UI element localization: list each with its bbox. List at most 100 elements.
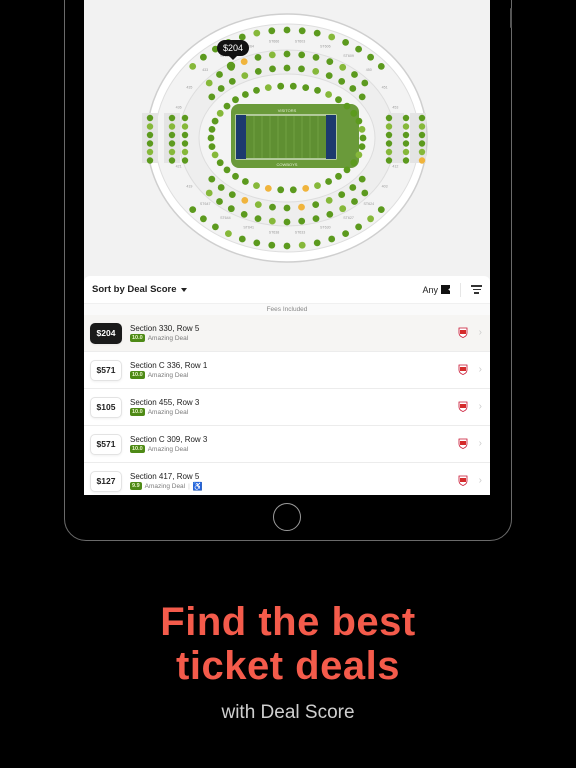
ticket-dot[interactable] [418, 140, 426, 147]
ticket-dot[interactable] [181, 123, 189, 130]
ticket-dot[interactable] [211, 117, 219, 125]
listing-row[interactable]: $571 Section C 336, Row 1 10.0 Amazing Deal… [84, 352, 490, 389]
ticket-dot[interactable] [351, 71, 358, 78]
ticket-dot[interactable] [181, 157, 189, 164]
ticket-dot[interactable] [355, 45, 362, 53]
ticket-dot[interactable] [313, 29, 321, 37]
ticket-dot[interactable] [269, 65, 276, 73]
ticket-dot[interactable] [325, 72, 333, 79]
ticket-dot[interactable] [289, 186, 297, 194]
ticket-dot[interactable] [367, 215, 374, 223]
ticket-dot[interactable] [314, 182, 321, 190]
ticket-dot[interactable] [146, 148, 154, 156]
ticket-dot[interactable] [268, 27, 276, 35]
ticket-dot[interactable] [298, 241, 306, 249]
listing-row[interactable]: $127 Section 417, Row 5 9.9 Amazing Deal | ♿ › [84, 463, 490, 495]
ticket-dot[interactable] [355, 223, 362, 231]
ticket-dot[interactable] [283, 242, 291, 250]
ticket-dot[interactable] [242, 91, 249, 98]
ticket-dot[interactable] [351, 198, 358, 205]
ticket-dot[interactable] [302, 185, 310, 192]
ticket-dot[interactable] [205, 79, 213, 87]
quantity-selector[interactable]: Any [422, 285, 450, 295]
ticket-dot[interactable] [298, 51, 306, 59]
ticket-dot[interactable] [385, 157, 393, 164]
ticket-dot[interactable] [216, 71, 223, 78]
ticket-dot[interactable] [253, 87, 260, 94]
ticket-dot[interactable] [228, 191, 236, 199]
ticket-dot[interactable] [146, 140, 154, 147]
ticket-dot[interactable] [253, 182, 260, 190]
ticket-dot[interactable] [223, 166, 231, 174]
ticket-dot[interactable] [385, 114, 393, 122]
ticket-dot[interactable] [298, 217, 306, 225]
home-button[interactable] [273, 503, 301, 531]
ticket-dot[interactable] [350, 109, 358, 117]
ticket-dot[interactable] [402, 140, 410, 147]
ticket-dot[interactable] [241, 72, 249, 79]
ticket-dot[interactable] [418, 114, 426, 122]
ticket-dot[interactable] [283, 204, 291, 212]
listing-row[interactable]: $204 Section 330, Row 5 10.0 Amazing Deal › [84, 315, 490, 352]
filter-icon[interactable] [471, 285, 482, 294]
ticket-dot[interactable] [289, 82, 297, 90]
ticket-dot[interactable] [242, 178, 249, 185]
ticket-dot[interactable] [314, 87, 321, 94]
ticket-dot[interactable] [335, 172, 342, 180]
ticket-dot[interactable] [358, 93, 366, 101]
ticket-dot[interactable] [264, 84, 272, 91]
ticket-dot[interactable] [402, 131, 410, 139]
ticket-dot[interactable] [283, 64, 291, 72]
ticket-dot[interactable] [328, 33, 336, 41]
ticket-dot[interactable] [254, 68, 262, 75]
ticket-dot[interactable] [232, 96, 239, 104]
ticket-dot[interactable] [325, 197, 333, 204]
ticket-dot[interactable] [355, 117, 363, 125]
ticket-dot[interactable] [298, 65, 305, 73]
ticket-dot[interactable] [402, 123, 410, 130]
selected-ticket-dot[interactable] [226, 61, 236, 71]
listing-row[interactable]: $571 Section C 309, Row 3 10.0 Amazing Deal… [84, 426, 490, 463]
ticket-dot[interactable] [228, 78, 236, 85]
ticket-dot[interactable] [208, 125, 216, 133]
ticket-dot[interactable] [418, 157, 426, 164]
ticket-dot[interactable] [217, 184, 225, 191]
ticket-dot[interactable] [211, 151, 219, 159]
ticket-dot[interactable] [349, 85, 357, 92]
ticket-dot[interactable] [385, 140, 393, 147]
ticket-dot[interactable] [181, 131, 189, 139]
ticket-dot[interactable] [325, 178, 332, 185]
ticket-dot[interactable] [402, 157, 410, 164]
ticket-dot[interactable] [181, 140, 189, 147]
ticket-dot[interactable] [207, 134, 215, 142]
ticket-dot[interactable] [343, 102, 351, 110]
ticket-dot[interactable] [146, 123, 154, 130]
ticket-dot[interactable] [418, 131, 426, 139]
ticket-dot[interactable] [254, 215, 262, 223]
ticket-dot[interactable] [328, 235, 336, 243]
ticket-dot[interactable] [168, 123, 176, 130]
ticket-dot[interactable] [313, 239, 321, 247]
ticket-dot[interactable] [325, 91, 332, 98]
ticket-dot[interactable] [254, 54, 262, 61]
ticket-dot[interactable] [264, 185, 272, 192]
ticket-dot[interactable] [298, 27, 306, 35]
ticket-dot[interactable] [402, 114, 410, 122]
ticket-dot[interactable] [254, 201, 262, 209]
ticket-dot[interactable] [168, 131, 176, 139]
ticket-dot[interactable] [298, 203, 305, 211]
ticket-dot[interactable] [418, 148, 426, 156]
ticket-dot[interactable] [208, 93, 216, 101]
ticket-dot[interactable] [359, 134, 367, 142]
ticket-dot[interactable] [343, 166, 351, 174]
ticket-dot[interactable] [377, 63, 385, 70]
ticket-dot[interactable] [269, 203, 276, 211]
ticket-dot[interactable] [146, 131, 154, 139]
ticket-dot[interactable] [232, 172, 239, 180]
ticket-dot[interactable] [241, 197, 249, 204]
ticket-dot[interactable] [385, 123, 393, 130]
ticket-dot[interactable] [168, 114, 176, 122]
ticket-dot[interactable] [212, 223, 219, 231]
ticket-dot[interactable] [312, 68, 320, 75]
ticket-dot[interactable] [283, 218, 291, 226]
